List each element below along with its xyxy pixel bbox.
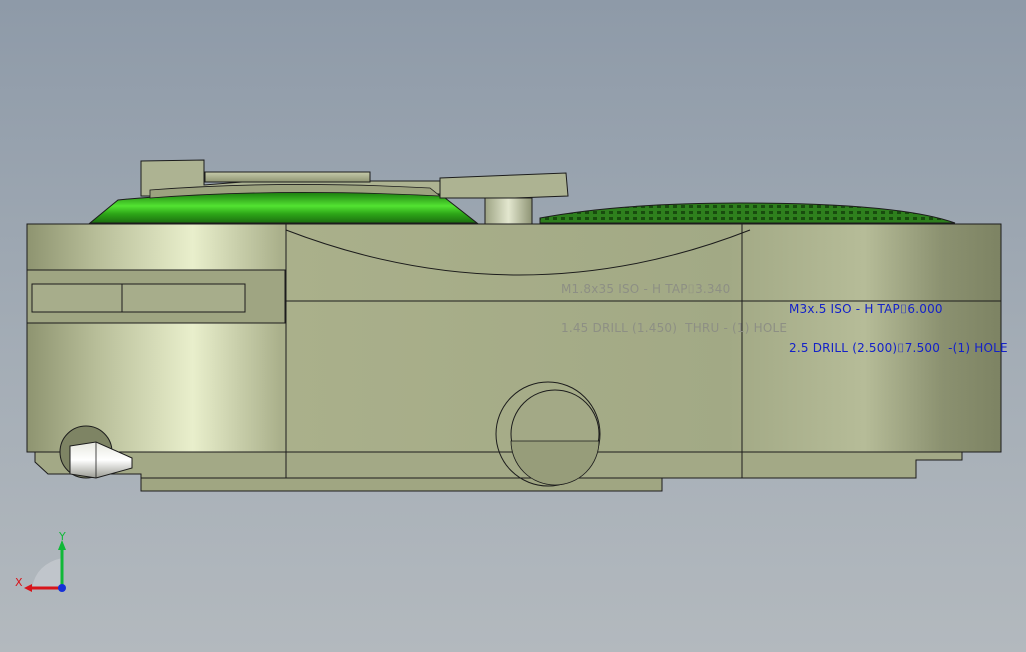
side-slot [31,283,246,313]
cad-viewport[interactable]: M1.8x35 ISO - H TAP⌷3.340 1.45 DRILL (1.… [0,0,1026,652]
hole-callout-blue-line1: M3x.5 ISO - H TAP⌷6.000 [789,302,943,316]
reference-triad: Y X [14,530,74,600]
right-knurled-dial [539,202,956,224]
triad-x-label: X [15,576,23,589]
green-wheel [88,191,479,224]
hole-callout-blue[interactable]: M3x.5 ISO - H TAP⌷6.000 2.5 DRILL (2.500… [789,277,1008,381]
hole-callout-gray-line1: M1.8x35 ISO - H TAP⌷3.340 [561,282,731,296]
top-cap-ring [204,171,371,183]
top-bracket-right [439,172,569,199]
hole-callout-gray-line2: 1.45 DRILL (1.450) THRU - (1) HOLE [561,321,788,335]
post [484,197,533,226]
lower-body [34,451,963,479]
triad-y-label: Y [59,530,66,543]
hole-callout-blue-line2: 2.5 DRILL (2.500)⌷7.500 -(1) HOLE [789,341,1008,355]
hole-callout-gray[interactable]: M1.8x35 ISO - H TAP⌷3.340 1.45 DRILL (1.… [561,257,787,361]
